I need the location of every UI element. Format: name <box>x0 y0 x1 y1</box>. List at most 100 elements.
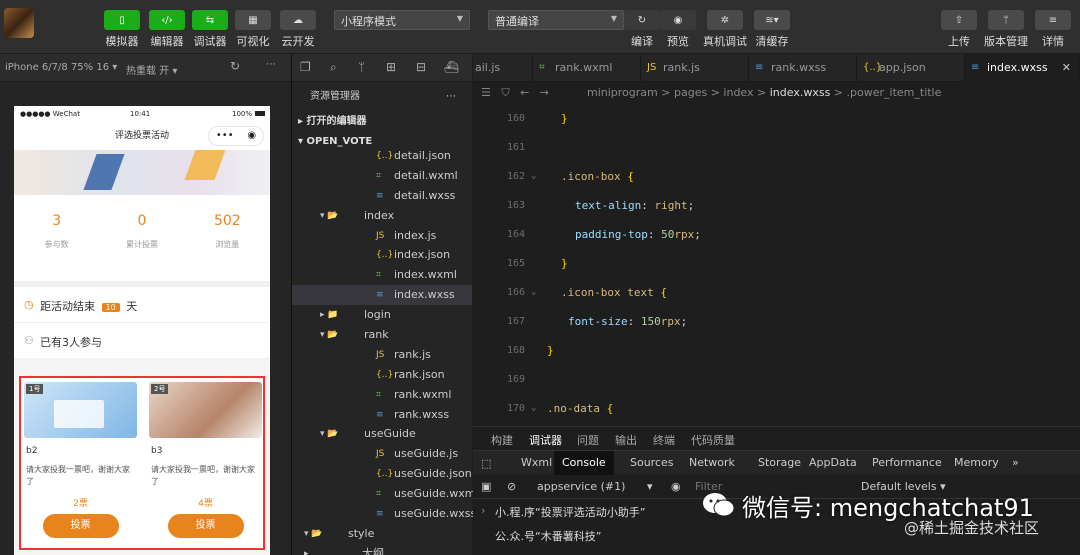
mode-select[interactable]: 小程序模式 ▼ <box>334 10 470 30</box>
fold-chevron-icon[interactable]: ⌄ <box>531 278 536 307</box>
debug-tab[interactable]: 终端 <box>653 432 675 448</box>
code-area[interactable]: 160} 161 162 ⌄ .icon-box {163 text-align: rig… <box>473 104 1080 426</box>
file-item[interactable]: JS rank.js <box>292 345 472 365</box>
user-avatar[interactable] <box>4 8 34 38</box>
simulator-toggle-button[interactable]: ▯ 模拟器 <box>104 10 140 49</box>
preview-button[interactable]: ◉ 预览 <box>660 10 696 49</box>
devtools-tab[interactable]: Memory <box>954 456 999 469</box>
file-item[interactable]: ⌗ index.wxml <box>292 265 472 285</box>
search-icon[interactable]: ⌕ <box>330 60 337 75</box>
breadcrumb-nav-icons[interactable]: ☰ ⛉ ← → <box>481 82 549 104</box>
file-item[interactable]: ⌗ detail.wxml <box>292 166 472 186</box>
clear-console-icon[interactable]: ⊘ <box>507 480 516 493</box>
debug-tab[interactable]: 构建 <box>491 432 513 448</box>
editor-toggle-button[interactable]: ‹/› 编辑器 <box>149 10 185 49</box>
context-select[interactable]: appservice (#1) <box>537 480 625 493</box>
close-target-icon[interactable]: ◉ <box>247 122 256 150</box>
more-dots-icon[interactable]: ••• <box>216 122 234 150</box>
vote-button[interactable]: 投票 <box>42 514 119 538</box>
editor-tab[interactable]: ≡ index.wxss ✕ <box>965 54 1080 82</box>
debug-tab[interactable]: 输出 <box>615 432 637 448</box>
code-token: ; <box>687 199 695 212</box>
open-editors-section[interactable]: ▸ 打开的编辑器 <box>292 112 472 132</box>
file-item[interactable]: ≡ useGuide.wxss <box>292 504 476 524</box>
file-item[interactable]: ⌗ rank.wxml <box>292 385 472 405</box>
breadcrumb-item[interactable]: .power_item_title <box>847 86 942 99</box>
compile-select[interactable]: 普通编译 ▼ <box>488 10 624 30</box>
js-file-icon: JS <box>647 62 657 73</box>
editor-tab[interactable]: {..} app.json <box>857 54 965 82</box>
vote-button[interactable]: 投票 <box>167 514 244 538</box>
device-select[interactable]: iPhone 6/7/8 75% 16 ▾ <box>5 62 117 73</box>
file-item[interactable]: {..} index.json <box>292 245 472 265</box>
debug-icon[interactable]: ⊟ <box>416 60 426 74</box>
folder-item[interactable]: ▾ 📂 index <box>292 206 472 226</box>
line-number: 161 <box>506 142 525 153</box>
details-button[interactable]: ≡ 详情 <box>1035 10 1071 49</box>
docker-icon[interactable]: ⛴ <box>444 60 459 74</box>
extensions-icon[interactable]: ⊞ <box>386 60 396 74</box>
fold-chevron-icon[interactable]: ⌄ <box>531 394 536 423</box>
debug-tab[interactable]: 调试器 <box>529 432 562 448</box>
candidate-card[interactable]: 1号 b2 请大家投我一票吧，谢谢大家了 2票 投票 <box>24 382 137 538</box>
devtools-tab[interactable]: Sources <box>630 456 674 469</box>
debug-tab[interactable]: 代码质量 <box>691 432 735 448</box>
candidate-name: b2 <box>26 446 38 456</box>
sidebar-toggle-icon[interactable]: ▣ <box>481 480 491 493</box>
outline-section[interactable]: ▸ 大纲 <box>292 544 472 555</box>
editor-tab[interactable]: ⌗ rank.wxml <box>533 54 641 82</box>
more-icon[interactable]: ⋯ <box>266 59 276 70</box>
files-icon[interactable]: ❐ <box>300 60 311 74</box>
tab-label: rank.wxml <box>555 61 613 74</box>
file-item[interactable]: JS index.js <box>292 226 472 246</box>
console-log-text: 小.程.序“投票评选活动小助手” <box>495 506 646 519</box>
file-tree: {..} detail.json ⌗ detail.wxml ≡ detail.wxss ▾… <box>292 146 479 555</box>
devtools-tab[interactable]: Storage <box>758 456 801 469</box>
folder-item[interactable]: ▾ 📂 useGuide <box>292 424 472 444</box>
debug-tab[interactable]: 问题 <box>577 432 599 448</box>
folder-item[interactable]: ▸ 📁 login <box>292 305 472 325</box>
devtools-tab[interactable]: Console <box>554 451 614 475</box>
fold-chevron-icon[interactable]: ⌄ <box>531 162 536 191</box>
candidate-card[interactable]: 2号 b3 请大家投我一票吧，谢谢大家了 4票 投票 <box>149 382 262 538</box>
version-button[interactable]: ᛘ 版本管理 <box>984 10 1028 49</box>
file-item[interactable]: ≡ detail.wxss <box>292 186 472 206</box>
devtools-tab[interactable]: Network <box>689 456 735 469</box>
editor-tab[interactable]: ≡ rank.wxss <box>749 54 857 82</box>
clear-cache-button[interactable]: ≋▾ 清缓存 <box>754 10 790 49</box>
close-icon[interactable]: ✕ <box>1062 54 1071 82</box>
code-line: 160} <box>473 104 1080 133</box>
source-control-icon[interactable]: ᛘ <box>358 60 365 74</box>
file-item[interactable]: {..} useGuide.json <box>292 464 472 484</box>
more-icon[interactable]: ⋯ <box>446 82 456 112</box>
file-item[interactable]: JS useGuide.js <box>292 444 472 464</box>
editor-tab[interactable]: ail.js <box>473 54 533 82</box>
capsule-menu[interactable]: ••• ◉ <box>208 126 264 146</box>
breadcrumb-item[interactable]: index.wxss <box>770 86 831 99</box>
breadcrumb-item[interactable]: miniprogram <box>587 86 658 99</box>
refresh-icon[interactable]: ↻ <box>230 59 240 73</box>
cloud-dev-button[interactable]: ☁ 云开发 <box>280 10 316 49</box>
inspect-icon[interactable]: ⬚ <box>481 457 491 470</box>
visual-toggle-button[interactable]: ▦ 可视化 <box>235 10 271 49</box>
upload-button[interactable]: ⇧ 上传 <box>941 10 977 49</box>
file-item[interactable]: {..} rank.json <box>292 365 472 385</box>
file-item[interactable]: ≡ index.wxss <box>292 285 472 306</box>
editor-tab[interactable]: JS rank.js <box>641 54 749 82</box>
file-item[interactable]: ≡ rank.wxss <box>292 405 472 425</box>
devtools-tab[interactable]: Wxml <box>521 456 552 469</box>
folder-item[interactable]: ▾ 📂 style <box>292 524 472 544</box>
remote-debug-button[interactable]: ✲ 真机调试 <box>703 10 747 49</box>
debugger-toggle-button[interactable]: ⇆ 调试器 <box>192 10 228 49</box>
folder-item[interactable]: ▾ 📂 rank <box>292 325 472 345</box>
devtools-tab[interactable]: » <box>1012 456 1019 469</box>
compile-button[interactable]: ↻ 编译 <box>624 10 660 49</box>
file-item[interactable]: ⌗ useGuide.wxml <box>292 484 479 504</box>
breadcrumb-item[interactable]: pages <box>674 86 707 99</box>
hot-reload-select[interactable]: 热重载 开 ▾ <box>126 62 177 77</box>
devtools-tab[interactable]: Performance <box>872 456 942 469</box>
eye-icon[interactable]: ◉ <box>671 480 681 493</box>
breadcrumb-item[interactable]: index <box>723 86 753 99</box>
file-item[interactable]: {..} detail.json <box>292 146 472 166</box>
devtools-tab[interactable]: AppData <box>809 456 857 469</box>
